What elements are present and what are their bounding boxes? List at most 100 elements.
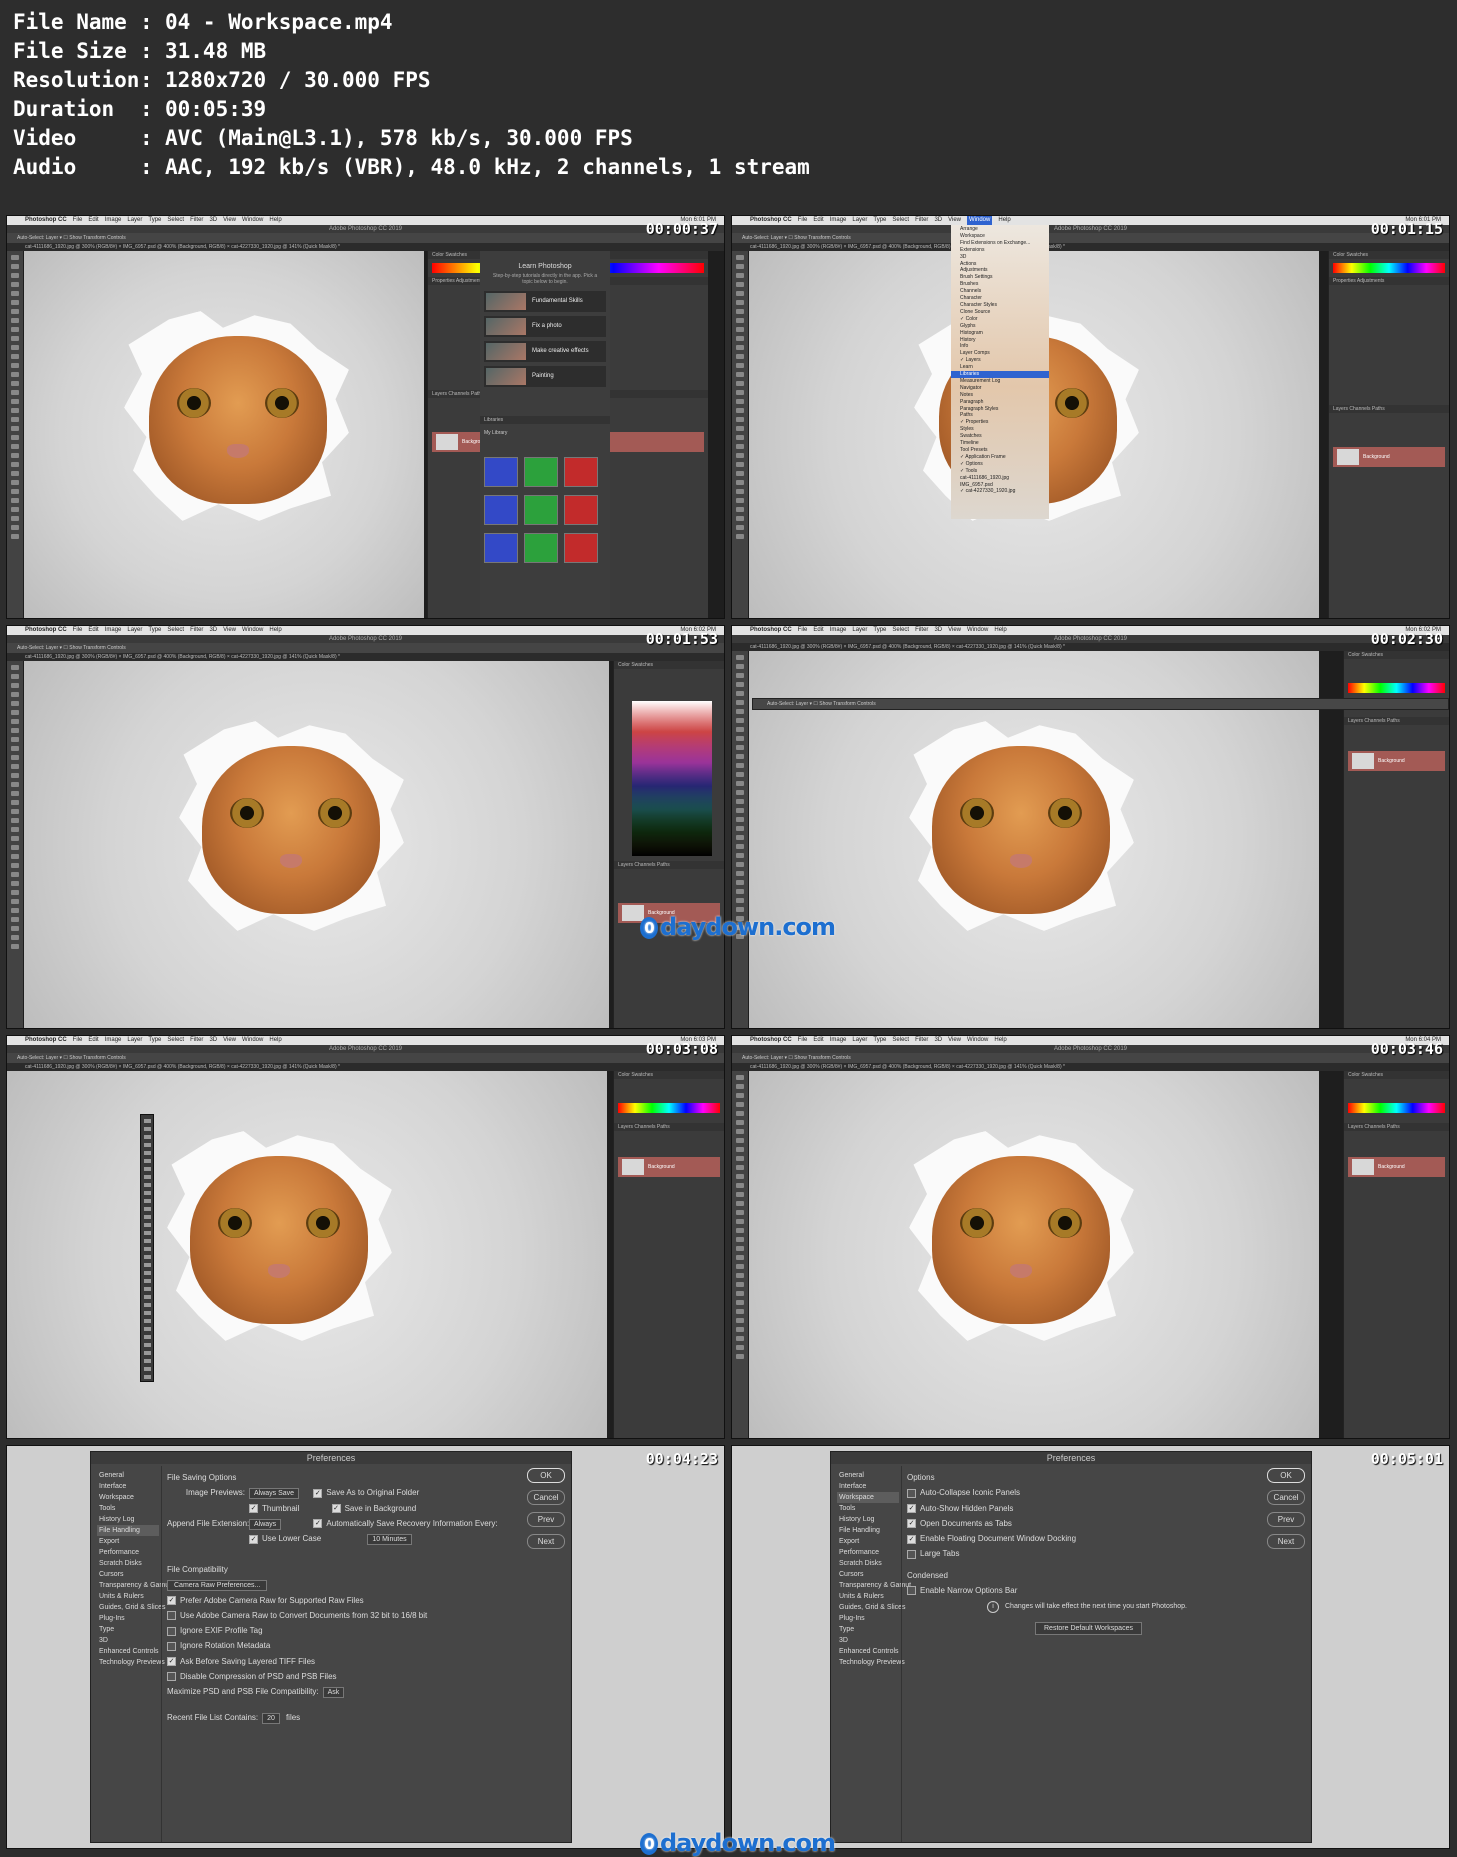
- menu-item[interactable]: Tool Presets: [951, 447, 1049, 454]
- menu-item[interactable]: Measurement Log: [951, 378, 1049, 385]
- menu-item[interactable]: Arrange: [951, 226, 1049, 233]
- prefs-nav-item[interactable]: Scratch Disks: [97, 1558, 159, 1569]
- menu-item-highlighted[interactable]: Libraries: [951, 371, 1049, 378]
- menu-file[interactable]: File: [798, 626, 808, 635]
- menu-item[interactable]: Actions: [951, 261, 1049, 268]
- menu-edit[interactable]: Edit: [813, 626, 823, 635]
- library-graphic[interactable]: [564, 533, 598, 563]
- color-tab[interactable]: Color Swatches: [614, 661, 724, 669]
- menu-item[interactable]: Glyphs: [951, 323, 1049, 330]
- libraries-tab[interactable]: Libraries: [480, 416, 610, 424]
- menu-help[interactable]: Help: [998, 216, 1010, 225]
- layer-background[interactable]: Background: [1333, 447, 1445, 467]
- toolbar[interactable]: [732, 1071, 748, 1438]
- menu-item[interactable]: Swatches: [951, 433, 1049, 440]
- menu-view[interactable]: View: [223, 1036, 236, 1045]
- prefs-nav-item[interactable]: Enhanced Controls: [837, 1646, 899, 1657]
- menu-item[interactable]: ✓ Color: [951, 316, 1049, 323]
- menu-3d[interactable]: 3D: [209, 626, 217, 635]
- menu-layer[interactable]: Layer: [852, 626, 867, 635]
- menu-layer[interactable]: Layer: [127, 216, 142, 225]
- learn-item[interactable]: Painting: [484, 366, 606, 387]
- checkbox[interactable]: ✓: [249, 1534, 258, 1544]
- toolbar[interactable]: [7, 251, 23, 618]
- layers-tab[interactable]: Layers Channels Paths: [1329, 405, 1449, 413]
- color-tab[interactable]: Color Swatches: [1344, 1071, 1449, 1079]
- menu-item[interactable]: Histogram: [951, 330, 1049, 337]
- checkbox[interactable]: [907, 1488, 916, 1498]
- menu-filter[interactable]: Filter: [915, 1036, 928, 1045]
- next-button[interactable]: Next: [1267, 1534, 1305, 1549]
- options-bar[interactable]: Auto-Select: Layer ▾ ☐ Show Transform Co…: [7, 233, 724, 243]
- library-select[interactable]: My Library: [484, 430, 606, 436]
- menu-item[interactable]: Notes: [951, 392, 1049, 399]
- menu-item[interactable]: Learn: [951, 364, 1049, 371]
- menu-3d[interactable]: 3D: [934, 1036, 942, 1045]
- menu-item[interactable]: Workspace: [951, 233, 1049, 240]
- menu-layer[interactable]: Layer: [852, 1036, 867, 1045]
- menu-view[interactable]: View: [223, 626, 236, 635]
- menu-3d[interactable]: 3D: [209, 216, 217, 225]
- menu-filter[interactable]: Filter: [190, 216, 203, 225]
- menu-edit[interactable]: Edit: [813, 1036, 823, 1045]
- menu-type[interactable]: Type: [148, 216, 161, 225]
- prefs-nav-item[interactable]: General: [97, 1470, 159, 1481]
- color-tab[interactable]: Color Swatches: [614, 1071, 724, 1079]
- library-graphic[interactable]: [524, 495, 558, 525]
- color-tab[interactable]: Color Swatches: [1344, 651, 1449, 659]
- menu-layer[interactable]: Layer: [852, 216, 867, 225]
- prefs-nav-item[interactable]: Export: [837, 1536, 899, 1547]
- menu-image[interactable]: Image: [830, 1036, 847, 1045]
- color-ramp[interactable]: [618, 1103, 720, 1113]
- prefs-nav-item[interactable]: Transparency & Gamut: [97, 1580, 171, 1591]
- library-graphic[interactable]: [484, 533, 518, 563]
- prefs-nav-item[interactable]: Interface: [97, 1481, 159, 1492]
- color-ramp[interactable]: [1333, 263, 1445, 273]
- cancel-button[interactable]: Cancel: [527, 1490, 565, 1505]
- menu-item[interactable]: Adjustments: [951, 267, 1049, 274]
- menu-type[interactable]: Type: [873, 1036, 886, 1045]
- menu-item[interactable]: 3D: [951, 254, 1049, 261]
- prefs-nav-item[interactable]: Enhanced Controls: [97, 1646, 159, 1657]
- toolbar[interactable]: [732, 651, 748, 1028]
- prefs-nav-item[interactable]: Tools: [97, 1503, 159, 1514]
- learn-item[interactable]: Fix a photo: [484, 316, 606, 337]
- layers-tab[interactable]: Layers Channels Paths: [614, 1123, 724, 1131]
- menu-image[interactable]: Image: [105, 1036, 122, 1045]
- menu-help[interactable]: Help: [269, 626, 281, 635]
- menu-item[interactable]: Find Extensions on Exchange...: [951, 240, 1049, 247]
- menu-window[interactable]: Window: [242, 1036, 263, 1045]
- menu-select[interactable]: Select: [167, 1036, 184, 1045]
- menu-window[interactable]: Window: [242, 216, 263, 225]
- camera-raw-preferences-button[interactable]: Camera Raw Preferences...: [167, 1580, 268, 1592]
- checkbox[interactable]: [907, 1586, 916, 1596]
- menu-item[interactable]: Paths: [951, 412, 1049, 419]
- prefs-nav-item[interactable]: Plug-Ins: [837, 1613, 899, 1624]
- layers-tab[interactable]: Layers Channels Paths: [1344, 1123, 1449, 1131]
- menu-help[interactable]: Help: [269, 1036, 281, 1045]
- maximize-compat-select[interactable]: Ask: [322, 1687, 345, 1699]
- document-tabs[interactable]: cat-4111686_1920.jpg @ 300% (RGB/8#) × I…: [7, 243, 724, 251]
- checkbox[interactable]: ✓: [313, 1519, 323, 1529]
- prev-button[interactable]: Prev: [1267, 1512, 1305, 1527]
- menu-edit[interactable]: Edit: [813, 216, 823, 225]
- menu-view[interactable]: View: [948, 626, 961, 635]
- menu-filter[interactable]: Filter: [915, 216, 928, 225]
- menu-filter[interactable]: Filter: [190, 1036, 203, 1045]
- color-tab[interactable]: Color Swatches: [1329, 251, 1449, 259]
- menu-select[interactable]: Select: [892, 1036, 909, 1045]
- floating-options-bar[interactable]: Auto-Select: Layer ▾ ☐ Show Transform Co…: [752, 698, 1449, 710]
- menu-file[interactable]: File: [798, 1036, 808, 1045]
- image-previews-select[interactable]: Always Save: [249, 1488, 300, 1500]
- app-menu[interactable]: Photoshop CC: [750, 216, 792, 225]
- prefs-nav-item[interactable]: Guides, Grid & Slices: [97, 1602, 166, 1613]
- menu-select[interactable]: Select: [892, 216, 909, 225]
- library-graphic[interactable]: [524, 533, 558, 563]
- checkbox[interactable]: [907, 1549, 916, 1559]
- library-graphic[interactable]: [484, 457, 518, 487]
- app-menu[interactable]: Photoshop CC: [750, 626, 792, 635]
- menu-item[interactable]: Character: [951, 295, 1049, 302]
- menu-item[interactable]: cat-4111686_1920.jpg: [951, 475, 1049, 482]
- prefs-nav-item[interactable]: Transparency & Gamut: [837, 1580, 911, 1591]
- prefs-nav-item[interactable]: Cursors: [837, 1569, 899, 1580]
